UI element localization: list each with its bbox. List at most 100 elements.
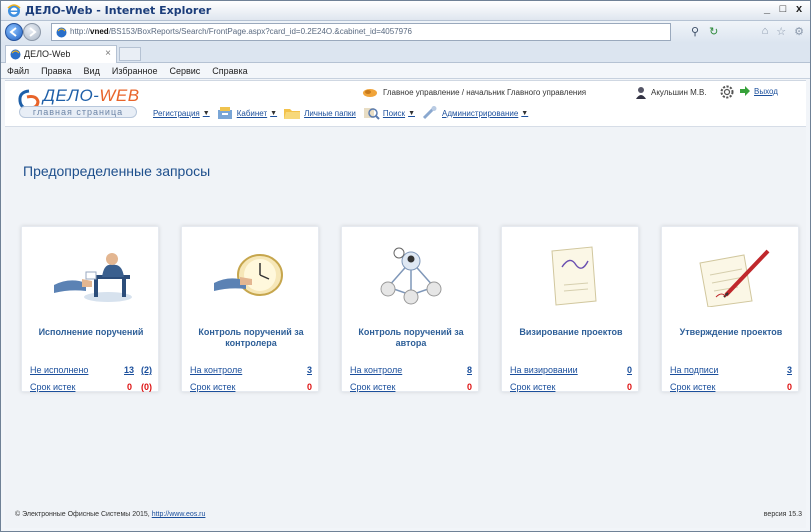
app-logo-title[interactable]: ДЕЛО-WEB bbox=[43, 86, 140, 106]
exit-arrow-icon bbox=[740, 86, 750, 96]
card-row-link[interactable]: Срок истек bbox=[190, 382, 235, 392]
favorites-star-icon[interactable]: ☆ bbox=[776, 25, 786, 38]
card-row-value[interactable]: 3 bbox=[787, 365, 792, 375]
tab-delo-web[interactable]: ДЕЛО-Web × bbox=[5, 45, 117, 63]
menu-bar: Файл Правка Вид Избранное Сервис Справка bbox=[1, 63, 810, 79]
card-row-link[interactable]: Срок истек bbox=[670, 382, 715, 392]
card-row-value[interactable]: 13 bbox=[124, 365, 134, 375]
app-header: ДЕЛО-WEB главная страница Главное управл… bbox=[5, 81, 806, 127]
card-row-link[interactable]: На контроле bbox=[190, 365, 242, 375]
maximize-button[interactable]: □ bbox=[776, 3, 790, 17]
address-bar[interactable]: http://vned/BS153/BoxReports/Search/Fron… bbox=[51, 23, 671, 41]
chevron-down-icon: ▼ bbox=[270, 109, 278, 117]
card-row: Срок истек 0 bbox=[670, 382, 792, 394]
menu-file[interactable]: Файл bbox=[7, 66, 29, 76]
exit-link[interactable]: Выход bbox=[739, 85, 778, 97]
menu-edit[interactable]: Правка bbox=[41, 66, 71, 76]
card-row-link[interactable]: На подписи bbox=[670, 365, 718, 375]
back-arrow-icon bbox=[9, 27, 17, 37]
nav-personal-folders[interactable]: Личные папки bbox=[283, 105, 356, 121]
execution-illustration-icon bbox=[54, 253, 132, 302]
user-name: Акульшин М.В. bbox=[651, 88, 707, 97]
card-row-link[interactable]: Срок истек bbox=[350, 382, 395, 392]
settings-gear-icon[interactable]: ⚙ bbox=[794, 25, 804, 38]
clock-hand-illustration-icon bbox=[214, 254, 283, 296]
address-url: http://vned/BS153/BoxReports/Search/Fron… bbox=[70, 27, 413, 36]
toolbar-right: ⌂ ☆ ⚙ bbox=[762, 25, 804, 38]
user-icon bbox=[636, 87, 646, 99]
card-row-value[interactable]: 3 bbox=[307, 365, 312, 375]
menu-tools[interactable]: Сервис bbox=[169, 66, 200, 76]
card-row: Срок истек 0 bbox=[510, 382, 632, 394]
home-page-link[interactable]: главная страница bbox=[19, 106, 137, 118]
tab-row: ДЕЛО-Web × bbox=[1, 43, 810, 63]
card-row-link[interactable]: На визировании bbox=[510, 365, 578, 375]
home-icon[interactable]: ⌂ bbox=[762, 25, 769, 38]
menu-help[interactable]: Справка bbox=[212, 66, 247, 76]
nav-registration[interactable]: Регистрация ▼ bbox=[153, 109, 210, 118]
page-favicon-icon bbox=[56, 27, 67, 38]
card-row: Срок истек 0 bbox=[190, 382, 312, 394]
card-title: Исполнение поручений bbox=[38, 327, 144, 337]
address-row: http://vned/BS153/BoxReports/Search/Fron… bbox=[1, 21, 810, 43]
card-row-link[interactable]: Не исполнено bbox=[30, 365, 88, 375]
app-nav: Регистрация ▼ Кабинет ▼ Личные папки Пои… bbox=[153, 105, 528, 121]
card-row-value[interactable]: 8 bbox=[467, 365, 472, 375]
org-label[interactable]: Главное управление / начальник Главного … bbox=[383, 88, 586, 97]
card-row-value: 0 bbox=[466, 382, 472, 392]
cabinet-icon bbox=[217, 107, 232, 119]
card-row: Не исполнено 13 (2) bbox=[30, 365, 152, 377]
card-row-link[interactable]: Срок истек bbox=[30, 382, 75, 392]
exit-label: Выход bbox=[754, 86, 778, 96]
card-row-link[interactable]: На контроле bbox=[350, 365, 402, 375]
nav-administration[interactable]: Администрирование ▼ bbox=[421, 105, 528, 121]
copyright: © Электронные Офисные Системы 2015, http… bbox=[15, 511, 206, 518]
version-label: версия 15.3 bbox=[763, 511, 802, 518]
close-button[interactable]: x bbox=[792, 3, 806, 17]
card-row-link[interactable]: Срок истек bbox=[510, 382, 555, 392]
eos-link[interactable]: http://www.eos.ru bbox=[152, 511, 206, 518]
card-title: Утверждение проектов bbox=[679, 327, 783, 337]
card-control-author: Контроль поручений за автора На контроле… bbox=[341, 226, 479, 392]
card-row-value: 0 bbox=[126, 382, 132, 392]
menu-favorites[interactable]: Избранное bbox=[112, 66, 158, 76]
back-button[interactable] bbox=[5, 23, 23, 41]
card-title: Контроль поручений за автора bbox=[358, 327, 464, 348]
card-row-value: 0 bbox=[626, 382, 632, 392]
search-icon[interactable]: ⚲ bbox=[691, 25, 699, 38]
nav-label: Личные папки bbox=[304, 108, 356, 118]
tab-favicon-icon bbox=[10, 49, 21, 60]
tab-label: ДЕЛО-Web bbox=[24, 49, 71, 59]
nav-search[interactable]: Поиск ▼ bbox=[362, 105, 415, 121]
card-row: На визировании 0 bbox=[510, 365, 632, 377]
card-row-value[interactable]: 0 bbox=[627, 365, 632, 375]
card-title: Визирование проектов bbox=[519, 327, 623, 337]
card-execution: Исполнение поручений Не исполнено 13 (2)… bbox=[21, 226, 159, 392]
browser-window: ДЕЛО-Web - Internet Explorer _ □ x http:… bbox=[0, 0, 811, 532]
menu-view[interactable]: Вид bbox=[84, 66, 100, 76]
forward-arrow-icon bbox=[29, 27, 37, 37]
nav-label: Регистрация bbox=[153, 108, 200, 118]
nav-label: Поиск bbox=[382, 108, 406, 118]
settings-gear-icon[interactable] bbox=[719, 84, 735, 100]
org-info: Главное управление / начальник Главного … bbox=[362, 86, 586, 98]
refresh-icon[interactable]: ↻ bbox=[709, 25, 718, 38]
forward-button[interactable] bbox=[23, 23, 41, 41]
card-row: Срок истек 0 bbox=[350, 382, 472, 394]
nav-label: Кабинет bbox=[236, 108, 268, 118]
new-tab-button[interactable] bbox=[119, 47, 141, 61]
signing-pen-illustration-icon bbox=[699, 249, 770, 307]
tab-close-icon[interactable]: × bbox=[105, 48, 111, 59]
card-row: На контроле 3 bbox=[190, 365, 312, 377]
network-illustration-icon bbox=[380, 247, 442, 305]
minimize-button[interactable]: _ bbox=[760, 3, 774, 17]
card-row: На контроле 8 bbox=[350, 365, 472, 377]
card-row-value-secondary[interactable]: (2) bbox=[141, 365, 152, 375]
search-icon bbox=[363, 108, 380, 120]
card-row: На подписи 3 bbox=[670, 365, 792, 377]
card-row-value: 0 bbox=[306, 382, 312, 392]
card-row-value: 0 bbox=[786, 382, 792, 392]
nav-cabinet[interactable]: Кабинет ▼ bbox=[216, 105, 277, 121]
chevron-down-icon: ▼ bbox=[408, 109, 415, 117]
ie-logo-icon bbox=[7, 4, 21, 17]
